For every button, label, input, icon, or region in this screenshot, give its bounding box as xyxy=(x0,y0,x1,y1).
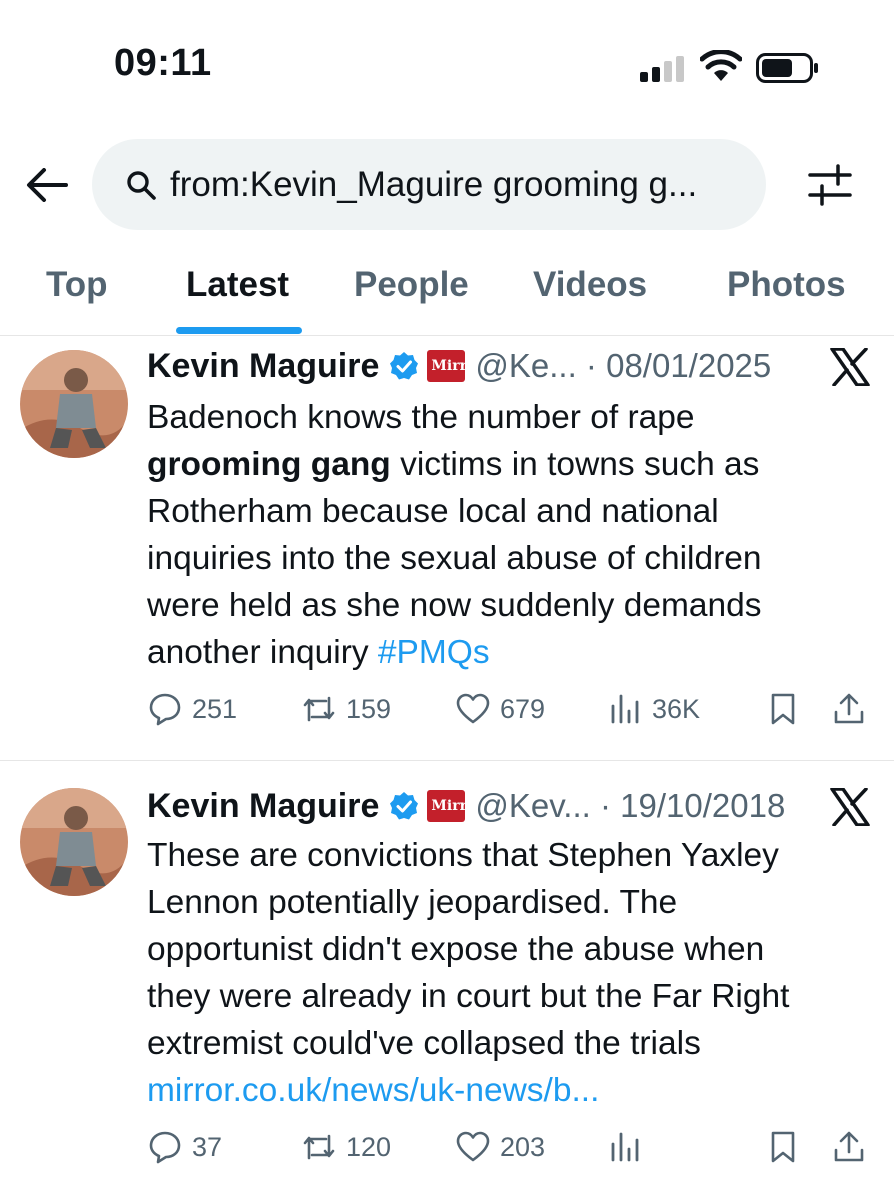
tweet-text-line: they were already in court but the Far R… xyxy=(147,978,790,1015)
search-match-highlight: grooming gang xyxy=(147,446,391,483)
back-button[interactable] xyxy=(22,162,72,208)
like-count: 679 xyxy=(500,693,546,724)
tweet-text-line: Rotherham because local and national xyxy=(147,493,719,530)
author-name[interactable]: Kevin Maguire xyxy=(147,787,379,826)
tweet-divider xyxy=(0,760,894,761)
repost-count: 120 xyxy=(346,1131,392,1162)
tweet-text-line: inquiries into the sexual abuse of child… xyxy=(147,540,762,577)
tweet-actions: 251 159 679 36K xyxy=(0,692,894,736)
views-button[interactable] xyxy=(608,1130,652,1164)
tweet-text-fragment: another inquiry xyxy=(147,634,378,671)
tab-people[interactable]: People xyxy=(354,265,469,305)
tweet-text-line: These are convictions that Stephen Yaxle… xyxy=(147,837,779,874)
status-bar: 09:11 xyxy=(0,0,894,130)
mirror-affiliation-badge[interactable]: Mirr or xyxy=(427,350,489,382)
search-icon xyxy=(127,170,156,200)
tab-top[interactable]: Top xyxy=(46,265,108,305)
hashtag-link[interactable]: #PMQs xyxy=(378,634,490,671)
reply-button[interactable]: 37 xyxy=(148,1130,222,1164)
tab-photos[interactable]: Photos xyxy=(727,265,846,305)
like-button[interactable]: 679 xyxy=(456,692,545,726)
repost-icon xyxy=(303,1134,335,1160)
verified-icon xyxy=(390,792,419,820)
status-time: 09:11 xyxy=(114,42,212,84)
repost-count: 159 xyxy=(346,693,392,724)
tweet-text-line: grooming gang victims in towns such as xyxy=(147,441,847,488)
share-icon xyxy=(834,1131,864,1162)
article-link[interactable]: mirror.co.uk/news/uk-news/b... xyxy=(147,1067,847,1114)
mirror-affiliation-badge[interactable]: Mirr or xyxy=(427,790,489,822)
avatar-photo xyxy=(20,788,128,896)
tab-latest[interactable]: Latest xyxy=(186,265,289,305)
share-icon xyxy=(834,693,864,724)
like-icon xyxy=(456,1131,490,1162)
avatar-photo xyxy=(20,350,128,458)
avatar[interactable] xyxy=(20,788,128,896)
back-arrow-icon xyxy=(27,168,68,202)
author-name[interactable]: Kevin Maguire xyxy=(147,347,379,386)
handle-and-date: @Ke... · 08/01/2025 xyxy=(475,347,772,384)
tweet-text-line: were held as she now suddenly demands xyxy=(147,587,762,624)
x-logo-icon xyxy=(830,788,870,826)
reply-button[interactable]: 251 xyxy=(148,692,237,726)
views-button[interactable]: 36K xyxy=(608,692,700,726)
like-icon xyxy=(456,693,490,724)
reply-count: 37 xyxy=(192,1131,223,1162)
tweet-text-line: another inquiry #PMQs xyxy=(147,629,847,676)
handle-and-date: @Kev... · 19/10/2018 xyxy=(475,787,786,824)
view-count: 36K xyxy=(652,693,701,724)
like-button[interactable]: 203 xyxy=(456,1130,545,1164)
avatar[interactable] xyxy=(20,350,128,458)
search-tabs: Top Latest People Videos Photos xyxy=(0,255,894,336)
repost-button[interactable]: 120 xyxy=(302,1130,391,1164)
wifi-icon xyxy=(700,50,742,81)
tweet-text-line: Badenoch knows the number of rape xyxy=(147,399,695,436)
tweet-text-fragment: victims in towns such as xyxy=(390,446,760,483)
reply-count: 251 xyxy=(192,693,238,724)
share-button[interactable] xyxy=(832,692,876,726)
repost-button[interactable]: 159 xyxy=(302,692,391,726)
share-button[interactable] xyxy=(832,1130,876,1164)
tweet-text-line: Lennon potentially jeopardised. The xyxy=(147,884,678,921)
verified-icon xyxy=(390,352,419,380)
bookmark-button[interactable] xyxy=(766,1130,810,1164)
repost-icon xyxy=(303,696,335,722)
reply-icon xyxy=(149,1131,181,1164)
tweet-text-line: extremist could've collapsed the trials xyxy=(147,1025,701,1062)
bookmark-icon xyxy=(771,693,795,725)
reply-icon xyxy=(149,693,181,726)
filter-icon[interactable] xyxy=(804,160,856,210)
tweet-text-line: opportunist didn't expose the abuse when xyxy=(147,931,765,968)
active-tab-indicator xyxy=(176,327,302,334)
like-count: 203 xyxy=(500,1131,546,1162)
tweet-text: These are convictions that Stephen Yaxle… xyxy=(147,832,847,1114)
mirror-badge-text: Mirr or xyxy=(431,358,489,374)
tab-videos[interactable]: Videos xyxy=(533,265,647,305)
search-query: from:Kevin_Maguire grooming g... xyxy=(170,164,698,204)
tweet-actions: 37 120 203 xyxy=(0,1130,894,1174)
cellular-signal-icon xyxy=(640,56,684,82)
bookmark-icon xyxy=(771,1131,795,1163)
tweet-header: Kevin Maguire Mirr or @Ke... · 08/01/202… xyxy=(147,344,771,388)
bookmark-button[interactable] xyxy=(766,692,810,726)
views-icon xyxy=(611,694,639,724)
mirror-badge-text: Mirr or xyxy=(431,798,489,814)
views-icon xyxy=(611,1132,639,1162)
battery-icon xyxy=(756,53,818,83)
x-logo-icon xyxy=(830,348,870,386)
search-input[interactable]: from:Kevin_Maguire grooming g... xyxy=(92,139,766,230)
tweet-header: Kevin Maguire Mirr or @Kev... · 19/10/20… xyxy=(147,784,785,828)
tweet-text: Badenoch knows the number of rape groomi… xyxy=(147,394,847,676)
